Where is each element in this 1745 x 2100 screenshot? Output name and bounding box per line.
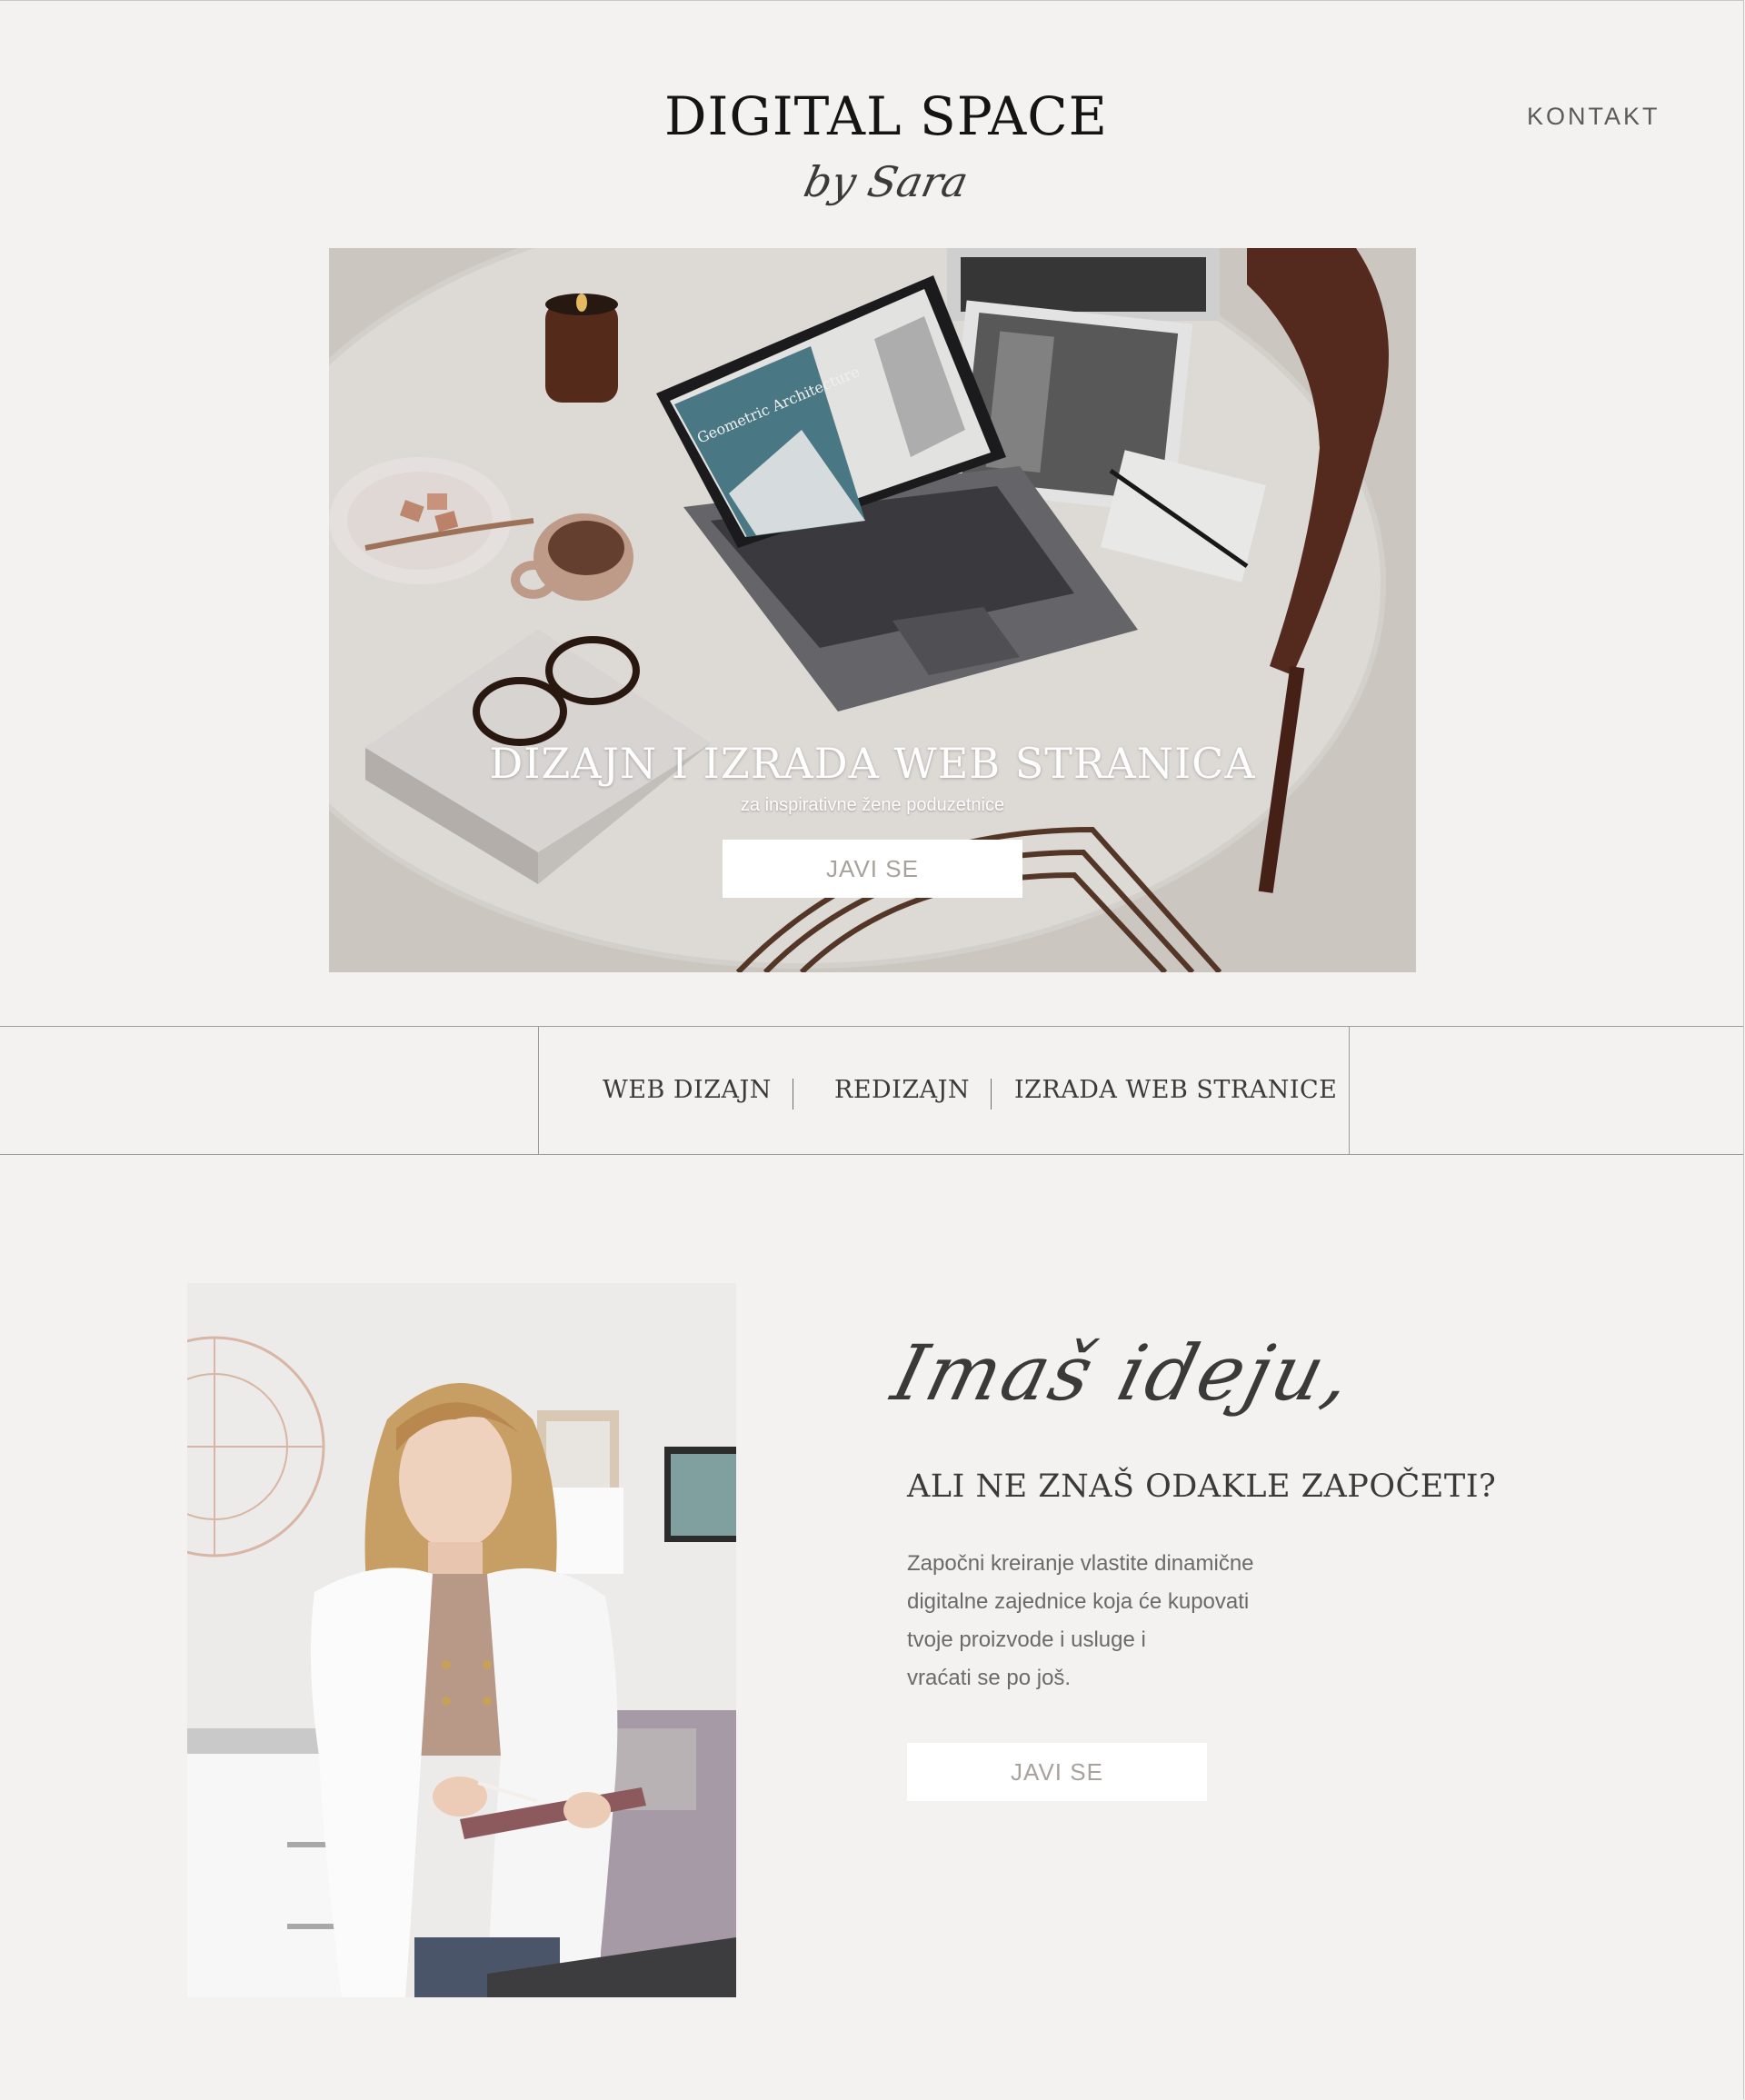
services-strip: WEB DIZAJN REDIZAJN IZRADA WEB STRANICE [0,1026,1743,1155]
about-contact-button[interactable]: JAVI SE [907,1743,1207,1801]
about-paragraph-line: tvoje proizvode i usluge i [907,1627,1146,1652]
portrait-image [187,1283,736,1997]
hero-text-block: DIZAJN I IZRADA WEB STRANICA za inspirat… [329,739,1416,816]
brand-subtitle: by Sara [800,157,972,206]
services-nav: WEB DIZAJN REDIZAJN IZRADA WEB STRANICE [538,1027,1350,1154]
service-web-dizajn[interactable]: WEB DIZAJN [603,1076,772,1104]
hero-title: DIZAJN I IZRADA WEB STRANICA [489,739,1256,788]
about-paragraph-line: Započni kreiranje vlastite dinamične [907,1551,1254,1576]
about-heading: ALI NE ZNAŠ ODAKLE ZAPOČETI? [907,1468,1497,1505]
portrait-photo [187,1283,736,1997]
about-paragraph-line: vraćati se po još. [907,1666,1072,1690]
nav-contact-link[interactable]: KONTAKT [1527,103,1660,131]
hero-contact-button[interactable]: JAVI SE [723,840,1022,898]
hero-subtitle: za inspirativne žene poduzetnice [740,795,1005,815]
about-paragraph-line: digitalne zajednice koja će kupovati [907,1589,1250,1614]
about-paragraph: Započni kreiranje vlastite dinamične dig… [907,1545,1334,1697]
hero-banner: Geometric Architecture DIZAJN I IZRADA W… [329,248,1416,972]
brand-logo[interactable]: DIGITAL SPACE by Sara [636,84,1136,207]
service-izrada-web-stranice[interactable]: IZRADA WEB STRANICE [1014,1076,1337,1104]
script-heading: Imaš ideju, [883,1329,1364,1418]
service-redizajn[interactable]: REDIZAJN [834,1076,970,1104]
service-divider [991,1079,992,1110]
brand-title: DIGITAL SPACE [663,85,1109,147]
